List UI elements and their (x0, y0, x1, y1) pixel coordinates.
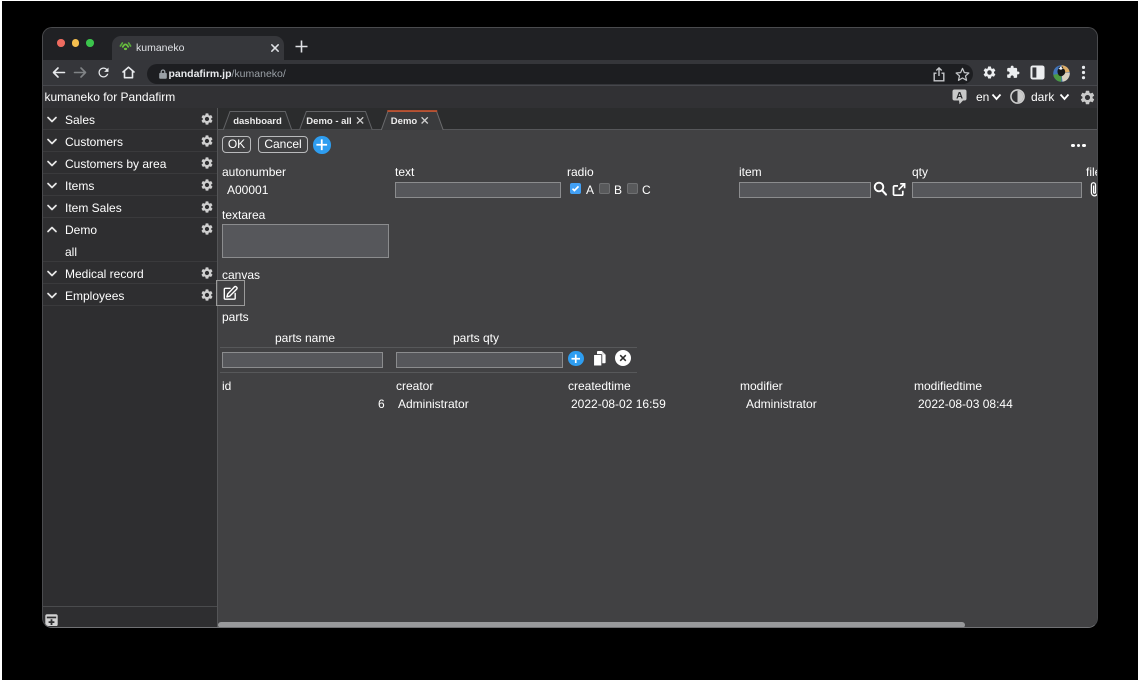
svg-text:A: A (956, 91, 963, 102)
svg-text:Demo - all: Demo - all (306, 116, 351, 127)
svg-text:dashboard: dashboard (233, 116, 282, 127)
svg-text:Demo: Demo (391, 116, 418, 127)
